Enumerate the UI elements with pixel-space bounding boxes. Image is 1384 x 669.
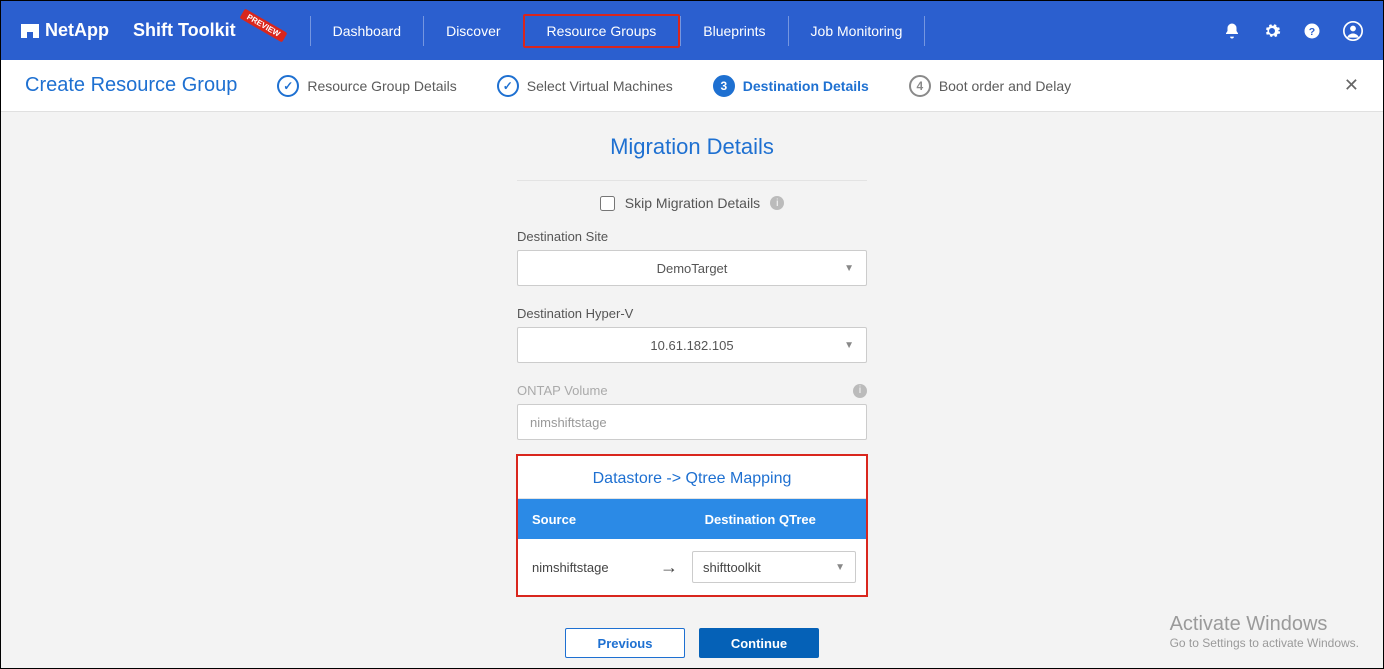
continue-button[interactable]: Continue	[699, 628, 819, 658]
user-icon[interactable]	[1343, 21, 1363, 41]
step-number: 3	[713, 75, 735, 97]
info-icon[interactable]: i	[853, 384, 867, 398]
main-content: Migration Details Skip Migration Details…	[1, 112, 1383, 597]
skip-migration-checkbox[interactable]	[600, 196, 615, 211]
step-number: 4	[909, 75, 931, 97]
wizard-title: Create Resource Group	[25, 74, 237, 97]
nav-discover[interactable]: Discover	[423, 16, 522, 46]
ontap-volume-field: nimshiftstage	[517, 404, 867, 440]
bell-icon[interactable]	[1223, 22, 1241, 40]
dest-hyperv-label: Destination Hyper-V	[517, 306, 867, 321]
previous-button[interactable]: Previous	[565, 628, 685, 658]
mapping-dest-value: shifttoolkit	[703, 560, 761, 575]
section-title: Migration Details	[610, 134, 774, 160]
app-title-text: Shift Toolkit	[133, 20, 236, 40]
brand-text: NetApp	[45, 20, 109, 41]
app-title: Shift Toolkit PREVIEW	[133, 20, 290, 41]
step-resource-group-details[interactable]: ✓ Resource Group Details	[277, 75, 456, 97]
step-label: Destination Details	[743, 78, 869, 94]
skip-migration-label: Skip Migration Details	[625, 195, 760, 211]
nav-job-monitoring[interactable]: Job Monitoring	[788, 16, 926, 46]
dest-hyperv-value: 10.61.182.105	[650, 338, 733, 353]
nav-dashboard[interactable]: Dashboard	[310, 16, 424, 46]
step-label: Resource Group Details	[307, 78, 456, 94]
watermark-line2: Go to Settings to activate Windows.	[1170, 636, 1359, 650]
step-destination-details[interactable]: 3 Destination Details	[713, 75, 869, 97]
mapping-dest-select[interactable]: shifttoolkit ▼	[692, 551, 856, 583]
dest-site-select[interactable]: DemoTarget ▼	[517, 250, 867, 286]
brand-logo: NetApp	[21, 20, 109, 41]
chevron-down-icon: ▼	[844, 263, 854, 274]
wizard-steps-bar: Create Resource Group ✓ Resource Group D…	[1, 60, 1383, 112]
windows-watermark: Activate Windows Go to Settings to activ…	[1170, 613, 1359, 650]
step-boot-order[interactable]: 4 Boot order and Delay	[909, 75, 1071, 97]
help-icon[interactable]: ?	[1303, 22, 1321, 40]
ontap-value: nimshiftstage	[530, 415, 607, 430]
netapp-icon	[21, 22, 39, 40]
step-label: Select Virtual Machines	[527, 78, 673, 94]
chevron-down-icon: ▼	[835, 562, 845, 573]
nav-resource-groups[interactable]: Resource Groups	[523, 14, 681, 48]
ontap-label-text: ONTAP Volume	[517, 383, 608, 398]
app-header: NetApp Shift Toolkit PREVIEW Dashboard D…	[1, 1, 1383, 60]
mapping-header: Source Destination QTree	[518, 499, 866, 539]
wizard-steps: ✓ Resource Group Details ✓ Select Virtua…	[277, 75, 1071, 97]
check-icon: ✓	[497, 75, 519, 97]
mapping-title: Datastore -> Qtree Mapping	[518, 456, 866, 499]
mapping-row: nimshiftstage → shifttoolkit ▼	[518, 539, 866, 595]
skip-migration-row: Skip Migration Details i	[517, 195, 867, 211]
mapping-col-dest: Destination QTree	[675, 512, 866, 527]
dest-site-value: DemoTarget	[657, 261, 728, 276]
header-actions: ?	[1223, 21, 1363, 41]
dest-hyperv-select[interactable]: 10.61.182.105 ▼	[517, 327, 867, 363]
datastore-qtree-mapping: Datastore -> Qtree Mapping Source Destin…	[516, 454, 868, 597]
step-select-vms[interactable]: ✓ Select Virtual Machines	[497, 75, 673, 97]
dest-site-label: Destination Site	[517, 229, 867, 244]
form-area: Skip Migration Details i Destination Sit…	[517, 180, 867, 460]
step-label: Boot order and Delay	[939, 78, 1071, 94]
watermark-line1: Activate Windows	[1170, 613, 1359, 636]
info-icon[interactable]: i	[770, 196, 784, 210]
mapping-source-value: nimshiftstage	[528, 560, 646, 575]
top-nav: Dashboard Discover Resource Groups Bluep…	[310, 1, 926, 60]
chevron-down-icon: ▼	[844, 340, 854, 351]
mapping-col-source: Source	[518, 512, 675, 527]
arrow-right-icon: →	[646, 557, 692, 578]
gear-icon[interactable]	[1263, 22, 1281, 40]
ontap-volume-label: ONTAP Volume i	[517, 383, 867, 398]
svg-text:?: ?	[1309, 25, 1315, 37]
nav-blueprints[interactable]: Blueprints	[680, 16, 787, 46]
check-icon: ✓	[277, 75, 299, 97]
close-icon[interactable]: ✕	[1344, 75, 1359, 96]
preview-badge: PREVIEW	[239, 9, 287, 43]
divider	[517, 180, 867, 181]
